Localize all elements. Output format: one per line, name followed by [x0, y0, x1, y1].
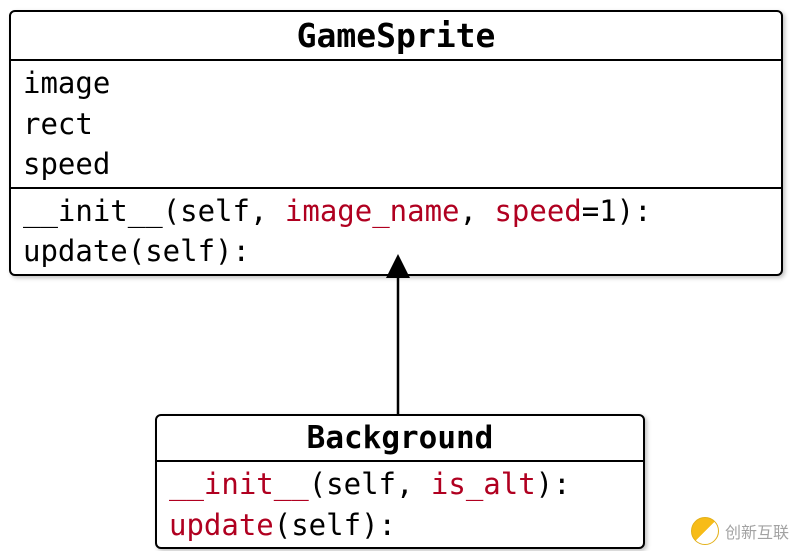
attr-rect: rect	[23, 104, 769, 145]
method-init: __init__(self, image_name, speed=1):	[23, 191, 769, 232]
methods-section: __init__(self, is_alt): update(self):	[157, 462, 643, 547]
watermark-text: 创新互联	[725, 519, 789, 543]
method-update: update(self):	[23, 231, 769, 272]
attributes-section: image rect speed	[11, 61, 781, 189]
methods-section: __init__(self, image_name, speed=1): upd…	[11, 189, 781, 274]
class-title: GameSprite	[11, 12, 781, 61]
attr-image: image	[23, 63, 769, 104]
class-gamesprite: GameSprite image rect speed __init__(sel…	[9, 10, 783, 276]
method-init: __init__(self, is_alt):	[169, 464, 631, 505]
logo-icon	[691, 517, 719, 545]
class-background: Background __init__(self, is_alt): updat…	[155, 414, 645, 549]
attr-speed: speed	[23, 144, 769, 185]
method-update: update(self):	[169, 505, 631, 546]
class-title: Background	[157, 416, 643, 462]
watermark: 创新互联	[691, 517, 789, 545]
